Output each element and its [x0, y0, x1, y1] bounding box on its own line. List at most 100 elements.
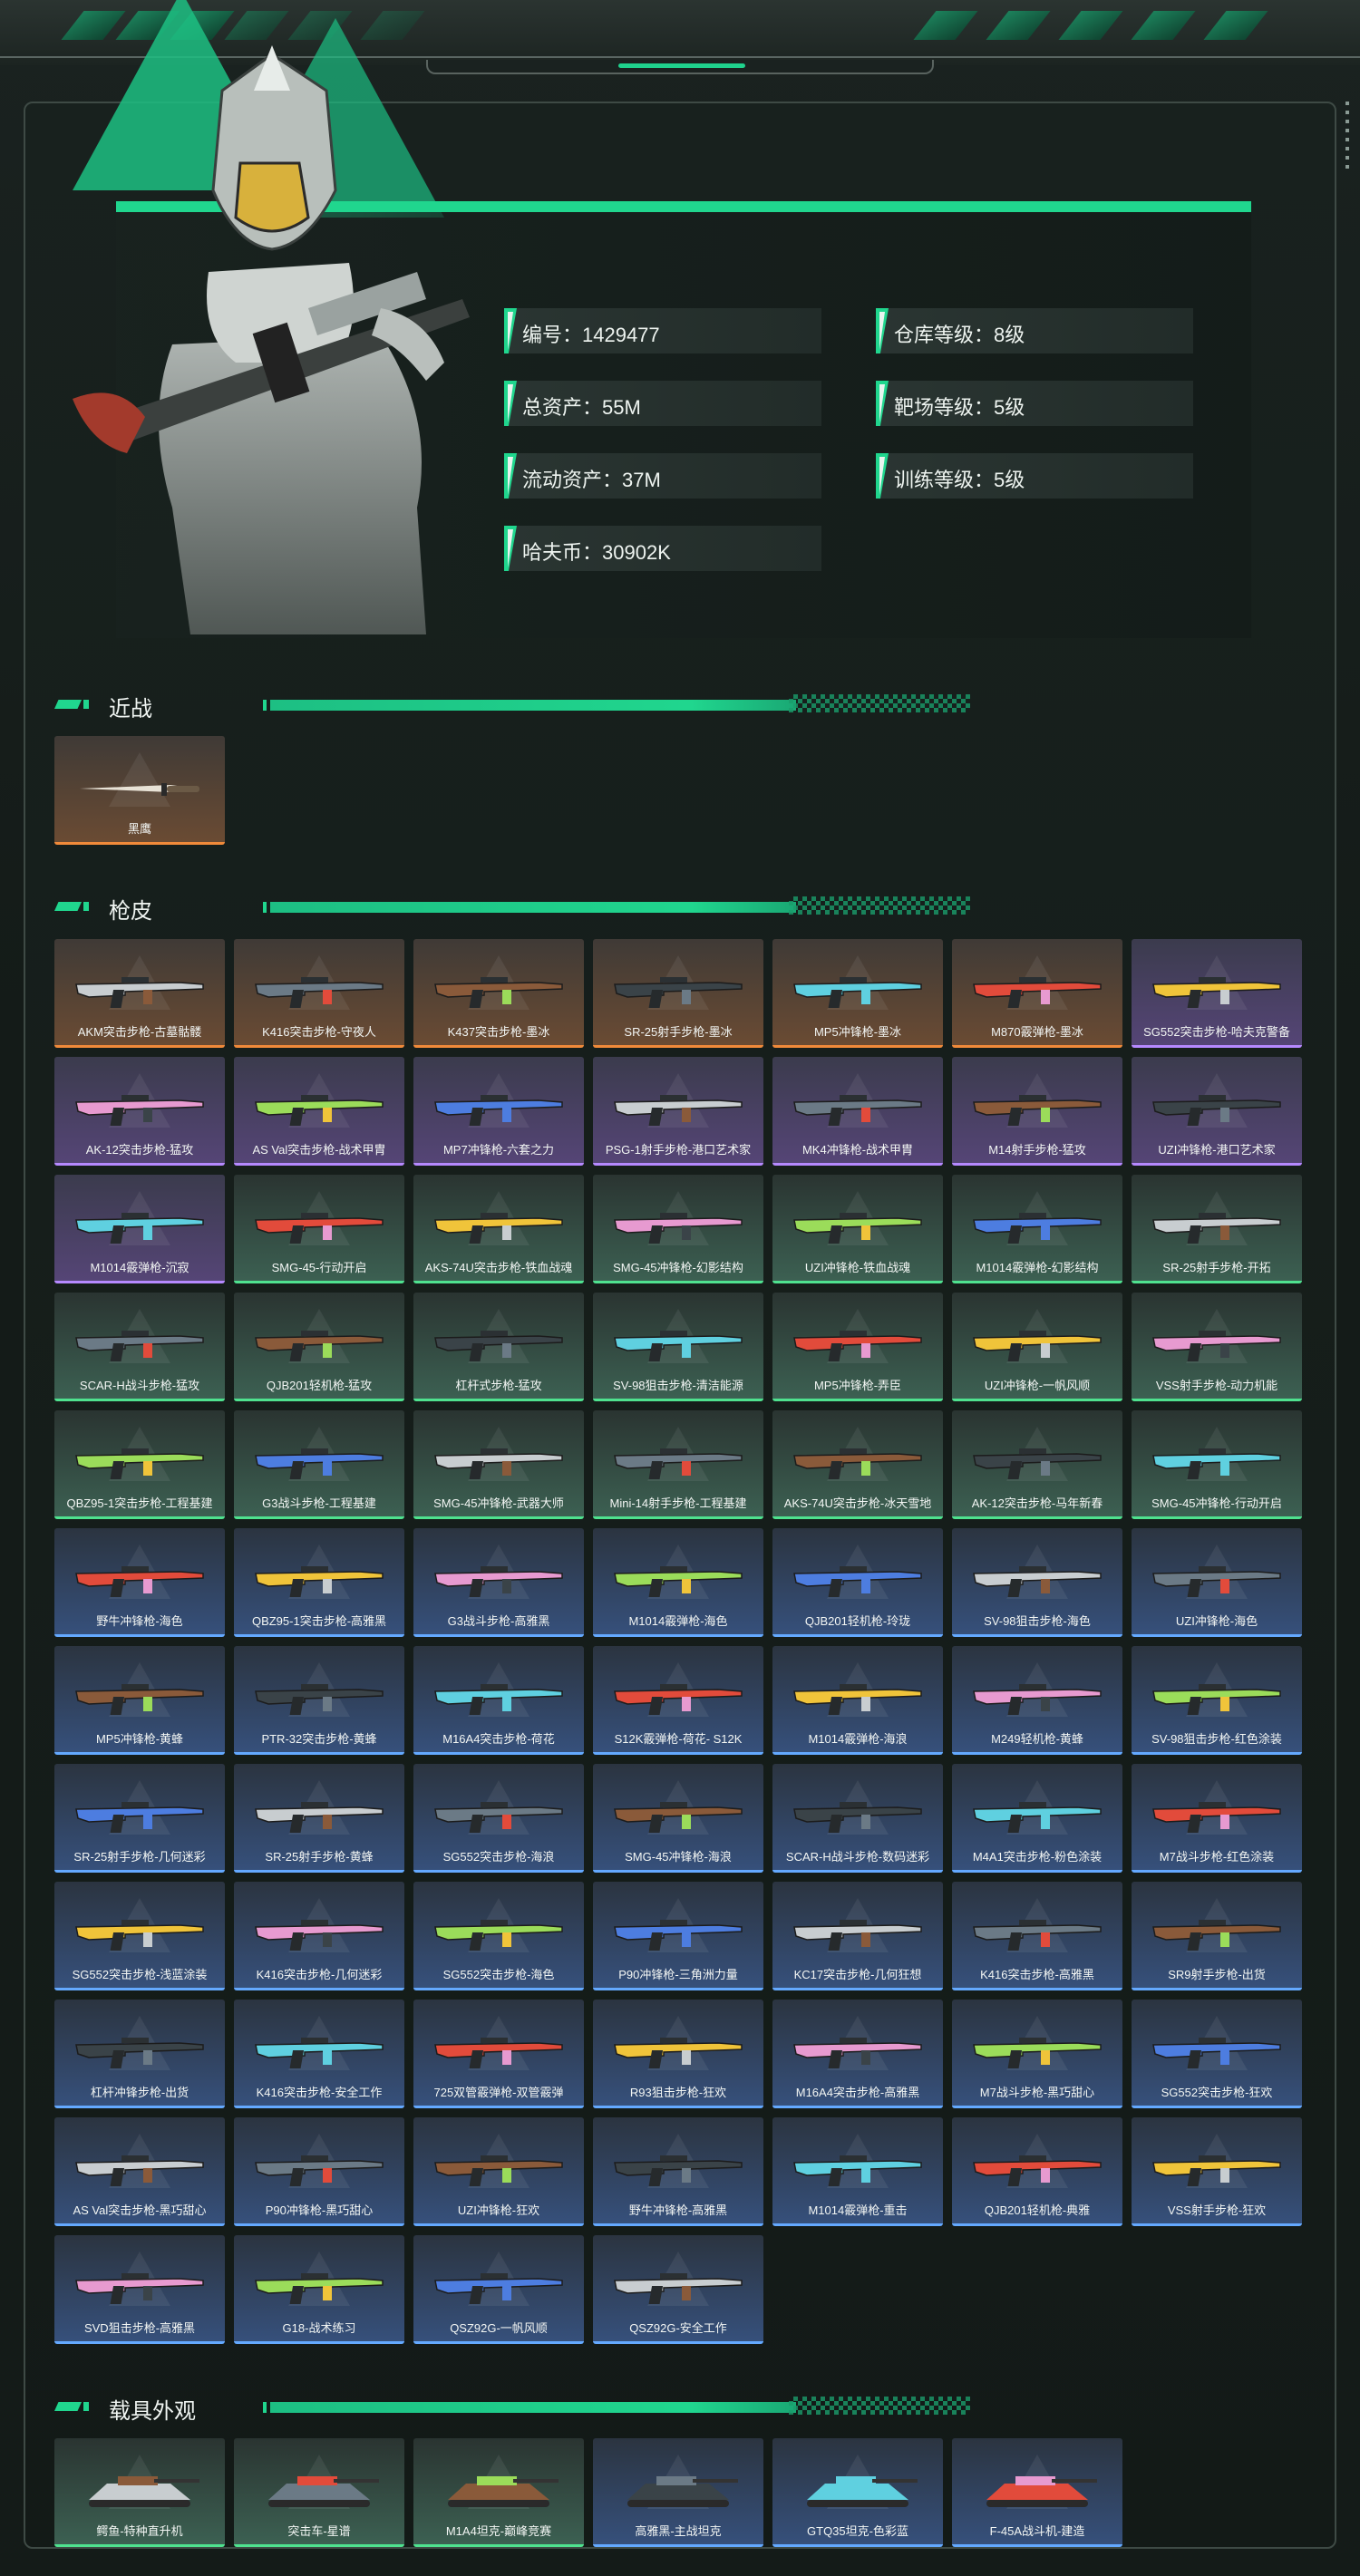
skin-card[interactable]: P90冲锋枪-黑巧甜心	[234, 2117, 404, 2226]
skin-card[interactable]: SG552突击步枪-哈夫克警备	[1132, 939, 1302, 1048]
skin-card[interactable]: MP5冲锋枪-弄臣	[772, 1293, 943, 1401]
skin-card[interactable]: S12K霰弹枪-荷花- S12K	[593, 1646, 763, 1755]
card-label: 杠杆冲锋步枪-出货	[90, 2086, 189, 2099]
skin-card[interactable]: MP5冲锋枪-黄蜂	[54, 1646, 225, 1755]
skin-card[interactable]: M7战斗步枪-黑巧甜心	[952, 2000, 1122, 2108]
skin-card[interactable]: SMG-45冲锋枪-海浪	[593, 1764, 763, 1873]
skin-card[interactable]: G3战斗步枪-工程基建	[234, 1410, 404, 1519]
skin-card[interactable]: UZI冲锋枪-一帆风顺	[952, 1293, 1122, 1401]
skin-card[interactable]: SMG-45-行动开启	[234, 1175, 404, 1283]
vehicle-card[interactable]: M1A4坦克-巅峰竞赛	[413, 2438, 584, 2547]
skin-card[interactable]: M16A4突击步枪-荷花	[413, 1646, 584, 1755]
skin-card[interactable]: K416突击步枪-守夜人	[234, 939, 404, 1048]
skin-card[interactable]: AK-12突击步枪-猛攻	[54, 1057, 225, 1166]
skin-card[interactable]: AS Val突击步枪-战术甲胄	[234, 1057, 404, 1166]
vehicle-card[interactable]: 鳄鱼-特种直升机	[54, 2438, 225, 2547]
skin-card[interactable]: M1014霰弹枪-幻影结构	[952, 1175, 1122, 1283]
skin-card[interactable]: SG552突击步枪-狂欢	[1132, 2000, 1302, 2108]
skin-card[interactable]: 野牛冲锋枪-高雅黑	[593, 2117, 763, 2226]
skin-card[interactable]: K416突击步枪-高雅黑	[952, 1882, 1122, 1990]
card-label: R93狙击步枪-狂欢	[629, 2086, 727, 2099]
vehicle-card[interactable]: 高雅黑-主战坦克	[593, 2438, 763, 2547]
skin-card[interactable]: MK4冲锋枪-战术甲胄	[772, 1057, 943, 1166]
skin-card[interactable]: M7战斗步枪-红色涂装	[1132, 1764, 1302, 1873]
skin-card[interactable]: G18-战术练习	[234, 2235, 404, 2344]
skin-card[interactable]: 杠杆冲锋步枪-出货	[54, 2000, 225, 2108]
skin-card[interactable]: M16A4突击步枪-高雅黑	[772, 2000, 943, 2108]
skin-card[interactable]: SR-25射手步枪-黄蜂	[234, 1764, 404, 1873]
skin-card[interactable]: M1014霰弹枪-沉寂	[54, 1175, 225, 1283]
skin-card[interactable]: SCAR-H战斗步枪-数码迷彩	[772, 1764, 943, 1873]
skin-card[interactable]: UZI冲锋枪-港口艺术家	[1132, 1057, 1302, 1166]
skin-card[interactable]: SMG-45冲锋枪-行动开启	[1132, 1410, 1302, 1519]
skin-card[interactable]: QJB201轻机枪-典雅	[952, 2117, 1122, 2226]
skin-card[interactable]: VSS射手步枪-狂欢	[1132, 2117, 1302, 2226]
weapon-image	[1148, 2143, 1286, 2193]
vehicle-card[interactable]: GTQ35坦克-色彩蓝	[772, 2438, 943, 2547]
skin-card[interactable]: AK-12突击步枪-马年新春	[952, 1410, 1122, 1519]
skin-card[interactable]: R93狙击步枪-狂欢	[593, 2000, 763, 2108]
skin-card[interactable]: K416突击步枪-几何迷彩	[234, 1882, 404, 1990]
card-label: SMG-45冲锋枪-幻影结构	[613, 1261, 743, 1274]
skin-card[interactable]: MP7冲锋枪-六套之力	[413, 1057, 584, 1166]
skin-card[interactable]: M4A1突击步枪-粉色涂装	[952, 1764, 1122, 1873]
card-label: K416突击步枪-高雅黑	[980, 1968, 1094, 1981]
skin-card[interactable]: G3战斗步枪-高雅黑	[413, 1528, 584, 1637]
scrollbar[interactable]	[1345, 102, 1349, 174]
skin-card[interactable]: AKS-74U突击步枪-冰天雪地	[772, 1410, 943, 1519]
skin-card[interactable]: SV-98狙击步枪-海色	[952, 1528, 1122, 1637]
weapon-image	[968, 1789, 1106, 1840]
skin-card[interactable]: SV-98狙击步枪-清洁能源	[593, 1293, 763, 1401]
skin-card[interactable]: UZI冲锋枪-海色	[1132, 1528, 1302, 1637]
skin-card[interactable]: AKS-74U突击步枪-铁血战魂	[413, 1175, 584, 1283]
skin-card[interactable]: QSZ92G-安全工作	[593, 2235, 763, 2344]
ornament-stripe	[1131, 11, 1196, 40]
melee-card[interactable]: 黑鹰	[54, 736, 225, 845]
skin-card[interactable]: SMG-45冲锋枪-武器大师	[413, 1410, 584, 1519]
vehicle-card[interactable]: F-45A战斗机-建造	[952, 2438, 1122, 2547]
skin-card[interactable]: M1014霰弹枪-海浪	[772, 1646, 943, 1755]
skin-card[interactable]: PSG-1射手步枪-港口艺术家	[593, 1057, 763, 1166]
skin-card[interactable]: SR9射手步枪-出货	[1132, 1882, 1302, 1990]
skin-card[interactable]: SCAR-H战斗步枪-猛攻	[54, 1293, 225, 1401]
skin-card[interactable]: UZI冲锋枪-狂欢	[413, 2117, 584, 2226]
skin-card[interactable]: QJB201轻机枪-玲珑	[772, 1528, 943, 1637]
skin-card[interactable]: AKM突击步枪-古墓骷髅	[54, 939, 225, 1048]
skin-card[interactable]: P90冲锋枪-三角洲力量	[593, 1882, 763, 1990]
skin-card[interactable]: QBZ95-1突击步枪-工程基建	[54, 1410, 225, 1519]
vehicle-card[interactable]: 突击车-星谱	[234, 2438, 404, 2547]
skin-card[interactable]: 杠杆式步枪-猛攻	[413, 1293, 584, 1401]
skin-card[interactable]: QJB201轻机枪-猛攻	[234, 1293, 404, 1401]
skin-card[interactable]: QSZ92G-一帆风顺	[413, 2235, 584, 2344]
skin-card[interactable]: 725双管霰弹枪-双管霰弹	[413, 2000, 584, 2108]
skin-card[interactable]: VSS射手步枪-动力机能	[1132, 1293, 1302, 1401]
skin-card[interactable]: M249轻机枪-黄蜂	[952, 1646, 1122, 1755]
skin-card[interactable]: UZI冲锋枪-铁血战魂	[772, 1175, 943, 1283]
ornament-stripe	[1058, 11, 1123, 40]
skin-card[interactable]: SG552突击步枪-浅蓝涂装	[54, 1882, 225, 1990]
skin-card[interactable]: M14射手步枪-猛攻	[952, 1057, 1122, 1166]
skin-card[interactable]: SMG-45冲锋枪-幻影结构	[593, 1175, 763, 1283]
skin-card[interactable]: SVD狙击步枪-高雅黑	[54, 2235, 225, 2344]
skin-card[interactable]: SR-25射手步枪-墨冰	[593, 939, 763, 1048]
skin-card[interactable]: SR-25射手步枪-几何迷彩	[54, 1764, 225, 1873]
vehicle-image	[71, 2464, 209, 2514]
skin-card[interactable]: SG552突击步枪-海浪	[413, 1764, 584, 1873]
skin-card[interactable]: SR-25射手步枪-开拓	[1132, 1175, 1302, 1283]
card-label: AK-12突击步枪-猛攻	[85, 1143, 194, 1157]
skin-card[interactable]: 野牛冲锋枪-海色	[54, 1528, 225, 1637]
skin-card[interactable]: PTR-32突击步枪-黄蜂	[234, 1646, 404, 1755]
skin-card[interactable]: AS Val突击步枪-黑巧甜心	[54, 2117, 225, 2226]
skin-card[interactable]: M1014霰弹枪-海色	[593, 1528, 763, 1637]
skin-card[interactable]: M870霰弹枪-墨冰	[952, 939, 1122, 1048]
skin-card[interactable]: M1014霰弹枪-重击	[772, 2117, 943, 2226]
ornament-stripe	[1203, 11, 1268, 40]
skin-card[interactable]: K437突击步枪-墨冰	[413, 939, 584, 1048]
skin-card[interactable]: K416突击步枪-安全工作	[234, 2000, 404, 2108]
skin-card[interactable]: MP5冲锋枪-墨冰	[772, 939, 943, 1048]
skin-card[interactable]: SG552突击步枪-海色	[413, 1882, 584, 1990]
skin-card[interactable]: SV-98狙击步枪-红色涂装	[1132, 1646, 1302, 1755]
skin-card[interactable]: QBZ95-1突击步枪-高雅黑	[234, 1528, 404, 1637]
skin-card[interactable]: Mini-14射手步枪-工程基建	[593, 1410, 763, 1519]
skin-card[interactable]: KC17突击步枪-几何狂想	[772, 1882, 943, 1990]
